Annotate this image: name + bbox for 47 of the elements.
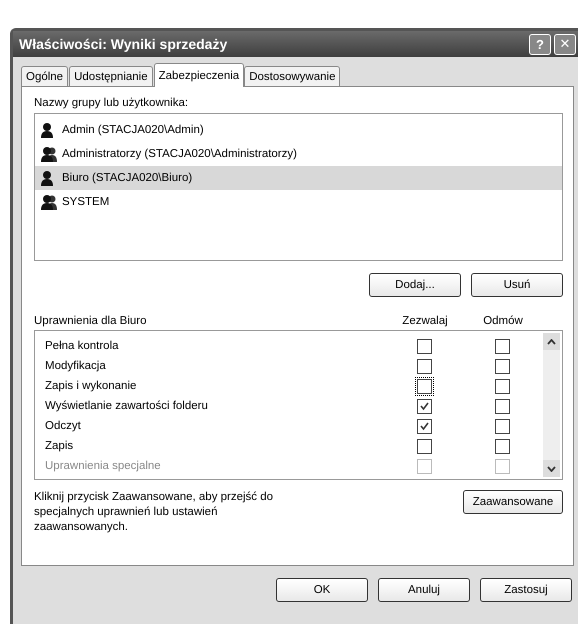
checkbox[interactable] [492, 436, 512, 456]
tab[interactable]: Udostępnianie [69, 66, 153, 87]
checkmark-icon [420, 422, 428, 430]
permission-name: Odczyt [45, 420, 82, 432]
permission-name: Zapis i wykonanie [45, 380, 138, 392]
cancel-button[interactable]: Anuluj [378, 578, 470, 602]
advanced-hint: Kliknij przycisk Zaawansowane, aby przejść do specjalnych uprawnień lub ustawień zaawansowanych. [34, 490, 274, 535]
advanced-button[interactable]: Zaawansowane [463, 490, 563, 514]
checkmark-icon [420, 402, 428, 410]
tab[interactable]: Dostosowywanie [244, 66, 340, 87]
checkbox[interactable] [492, 396, 512, 416]
list-label: Nazwy grupy lub użytkownika: [34, 97, 190, 109]
checkbox[interactable] [416, 338, 432, 354]
ok-button[interactable]: OK [276, 578, 368, 602]
list-item[interactable]: Admin (STACJA020\Admin) [35, 118, 562, 142]
checkbox[interactable] [416, 438, 432, 454]
group-icon [40, 194, 58, 210]
list-item[interactable]: Biuro (STACJA020\Biuro) [35, 166, 562, 190]
column-header: Zezwalaj [401, 315, 449, 327]
add-button[interactable]: Dodaj... [369, 273, 461, 297]
permission-name: Uprawnienia specjalne [45, 460, 162, 472]
checkbox[interactable] [492, 416, 512, 436]
checkbox[interactable] [492, 336, 512, 356]
window-title: Właściwości: Wyniki sprzedaży [19, 36, 228, 52]
group-icon [40, 146, 58, 162]
scroll-down-icon[interactable] [543, 460, 560, 477]
list-item[interactable]: SYSTEM [35, 190, 562, 214]
list-item[interactable]: Administratorzy (STACJA020\Administratorzy) [35, 142, 562, 166]
apply-button[interactable]: Zastosuj [480, 578, 572, 602]
checkbox[interactable] [416, 358, 432, 374]
close-button[interactable]: ✕ [554, 34, 576, 54]
tab[interactable]: Zabezpieczenia [154, 63, 244, 87]
permissions-label: Uprawnienia dla Biuro [34, 315, 148, 327]
remove-button[interactable]: Usuń [471, 273, 563, 297]
checkbox[interactable] [492, 356, 512, 376]
permission-name: Zapis [45, 440, 74, 452]
permission-name: Pełna kontrola [45, 340, 120, 352]
help-button[interactable]: ? [529, 34, 551, 54]
column-header: Odmów [482, 315, 524, 327]
checkbox[interactable] [492, 376, 512, 396]
permission-name: Modyfikacja [45, 360, 107, 372]
scroll-up-icon[interactable] [543, 333, 560, 350]
permission-name: Wyświetlanie zawartości folderu [45, 400, 209, 412]
checkbox[interactable] [416, 418, 432, 434]
tab[interactable]: Ogólne [21, 66, 68, 87]
checkbox[interactable] [416, 398, 432, 414]
scrollbar[interactable] [543, 333, 560, 477]
